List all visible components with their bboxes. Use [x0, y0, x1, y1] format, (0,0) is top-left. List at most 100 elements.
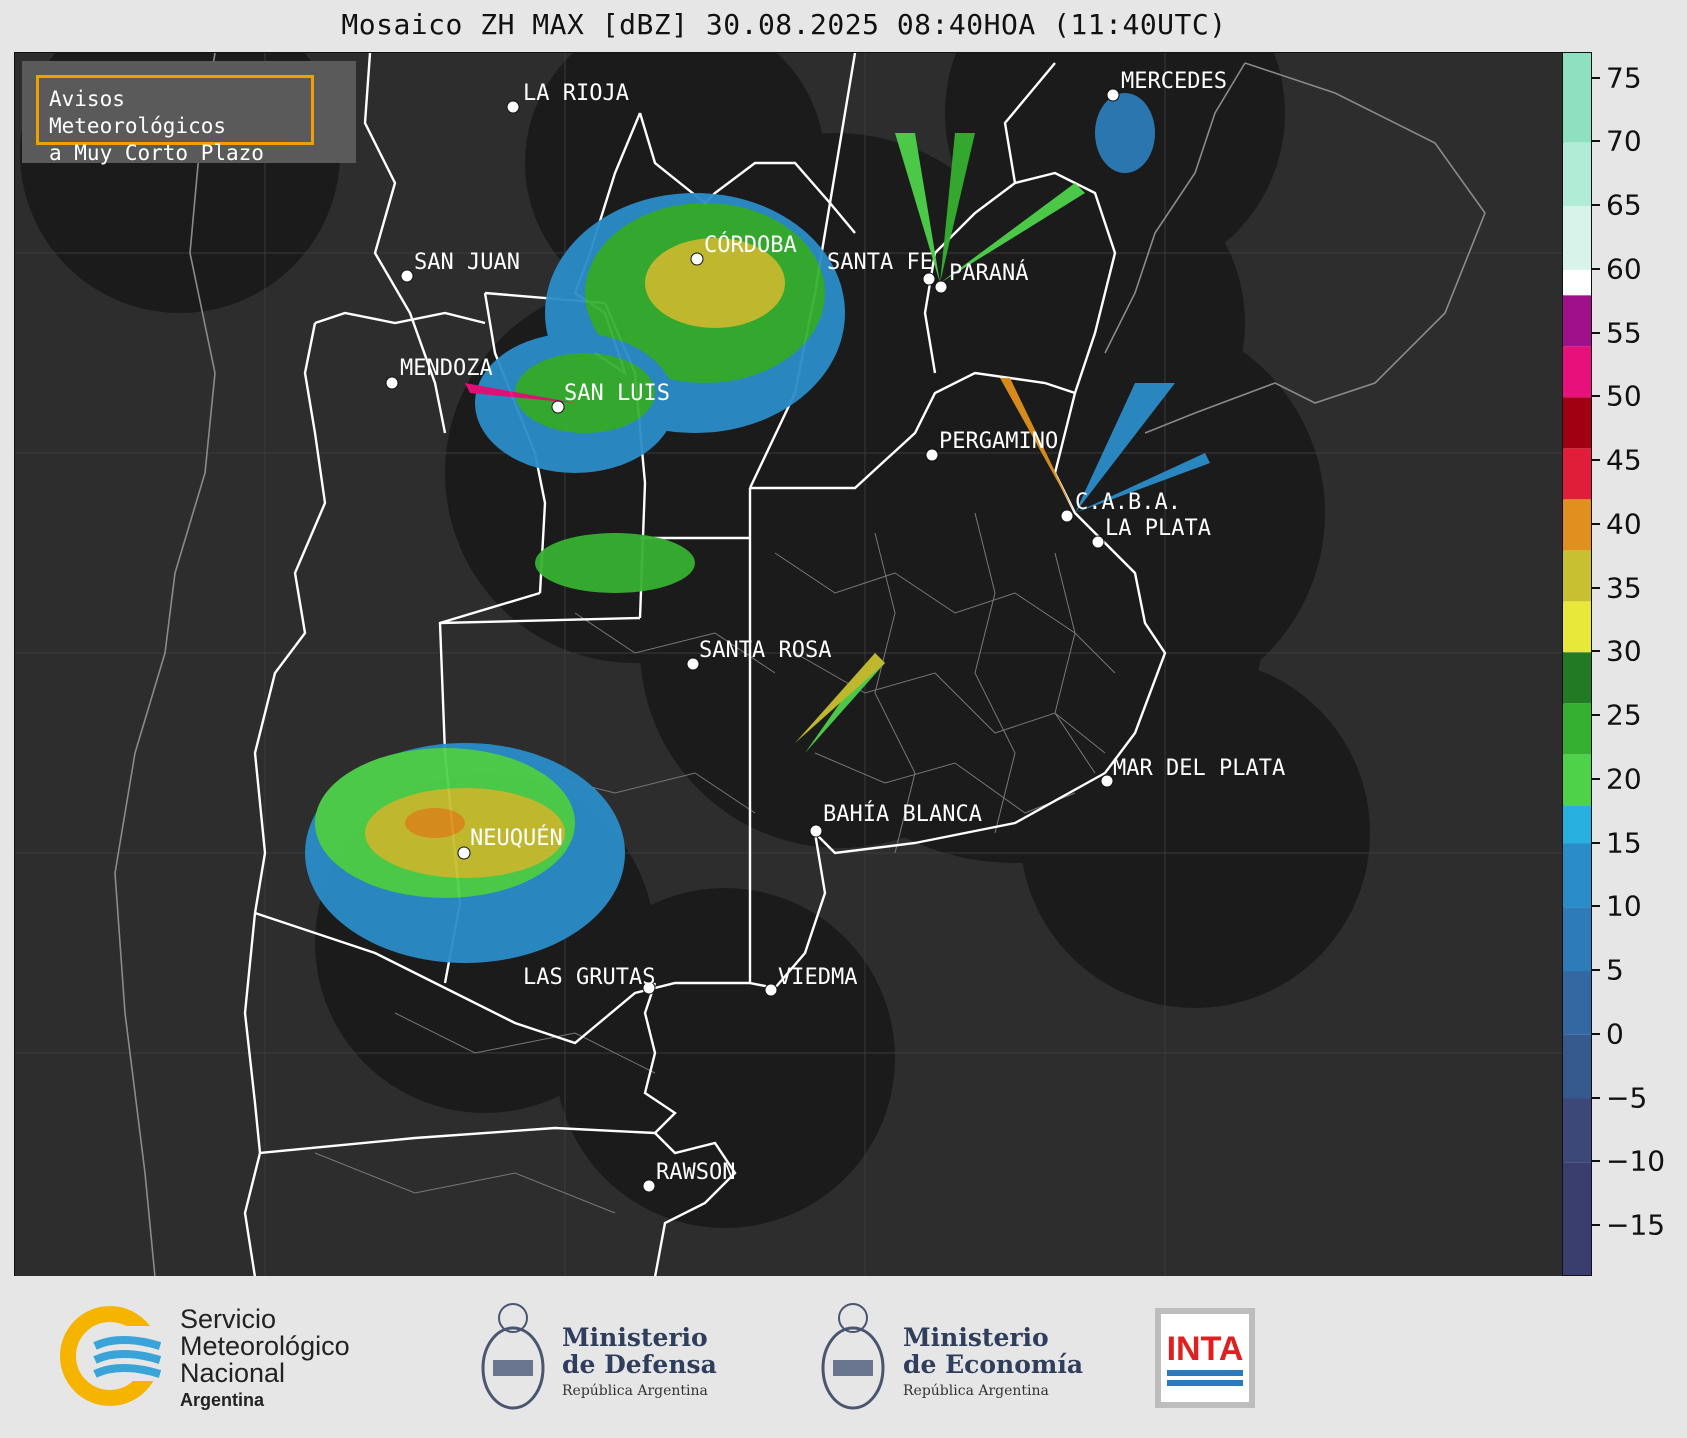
colorbar-tick	[1592, 1160, 1600, 1163]
colorbar-tick	[1592, 140, 1600, 143]
smn-logo-icon	[60, 1306, 170, 1406]
colorbar-tick	[1592, 969, 1600, 971]
colorbar-tick-label: 5	[1606, 953, 1624, 987]
colorbar-tick	[1592, 841, 1600, 844]
smn-line-3: Nacional	[180, 1358, 286, 1388]
defensa-line-2: de Defensa	[562, 1350, 717, 1379]
defensa-line-1: Ministerio	[562, 1323, 708, 1352]
notice-panel: Avisos Meteorológicos a Muy Corto Plazo	[22, 61, 356, 165]
colorbar-tick-label: 10	[1606, 889, 1642, 923]
colorbar-tick-label: 15	[1606, 826, 1642, 859]
footer: Servicio Meteorológico Nacional Argentin…	[0, 1276, 1687, 1438]
colorbar-band	[1563, 1162, 1591, 1275]
colorbar-tick-label: 35	[1606, 571, 1642, 604]
colorbar-tick	[1592, 395, 1600, 398]
colorbar-tick-label: 55	[1606, 316, 1642, 349]
inta-logo-icon: INTA	[1161, 1314, 1249, 1402]
city-label-la-plata: LA PLATA	[1105, 516, 1211, 541]
city-label-mar-del-plata: MAR DEL PLATA	[1113, 756, 1285, 781]
colorbar-tick-label: 50	[1606, 379, 1642, 413]
city-label-rawson: RAWSON	[656, 1160, 735, 1185]
colorbar-band	[1563, 448, 1591, 500]
city-marker-la-plata	[1091, 535, 1105, 549]
defensa-seal-icon	[478, 1298, 548, 1418]
city-marker-mercedes	[1106, 88, 1120, 102]
smn-name: Servicio Meteorológico Nacional Argentin…	[180, 1306, 350, 1414]
city-label-san-luis: SAN LUIS	[564, 381, 670, 406]
city-marker-mendoza	[385, 376, 399, 390]
colorbar-tick	[1592, 331, 1600, 334]
colorbar-tick	[1592, 204, 1600, 206]
smn-line-1: Servicio	[180, 1304, 277, 1334]
city-marker-pergamino	[925, 448, 939, 462]
economia-seal-icon	[818, 1298, 888, 1418]
economia-line-2: de Economía	[903, 1350, 1084, 1379]
colorbar-band	[1563, 346, 1591, 398]
colorbar-tick-label: 40	[1606, 507, 1642, 541]
city-marker-mar-del-plata	[1100, 774, 1114, 788]
notice-box[interactable]: Avisos Meteorológicos a Muy Corto Plazo	[36, 75, 314, 165]
inta-label: INTA	[1167, 1330, 1244, 1368]
smn-logo	[60, 1306, 170, 1406]
radar-map-canvas: LA RIOJA CÓRDOBA SAN JUAN SANTA FE PARAN…	[15, 53, 1563, 1277]
city-marker-la-rioja	[506, 100, 520, 114]
defensa-line-3: República Argentina	[562, 1383, 708, 1399]
smn-line-2: Meteorológico	[180, 1331, 350, 1361]
radar-disc	[1020, 658, 1370, 1008]
city-label-cordoba: CÓRDOBA	[704, 232, 797, 258]
colorbar	[1562, 52, 1592, 1276]
notice-line-1: Avisos Meteorológicos	[49, 87, 227, 138]
colorbar-tick-label: 25	[1606, 698, 1642, 732]
colorbar-band	[1563, 206, 1591, 270]
colorbar-tick-label: 60	[1606, 252, 1642, 286]
colorbar-tick	[1592, 1096, 1600, 1099]
colorbar-band	[1563, 1098, 1591, 1163]
economia-line-1: Ministerio	[903, 1323, 1049, 1352]
city-label-san-juan: SAN JUAN	[414, 250, 520, 275]
city-label-parana: PARANÁ	[949, 260, 1028, 286]
city-label-neuquen: NEUQUÉN	[470, 825, 563, 851]
colorbar-band	[1563, 843, 1591, 908]
colorbar-tick-label: −5	[1606, 1081, 1648, 1114]
city-label-mercedes: MERCEDES	[1121, 69, 1227, 94]
colorbar-band	[1563, 269, 1591, 296]
colorbar-band	[1563, 1034, 1591, 1099]
colorbar-tick	[1592, 586, 1600, 589]
defensa-name: Ministerio de Defensa República Argentin…	[562, 1324, 717, 1405]
colorbar-tick-label: 30	[1606, 634, 1642, 668]
colorbar-band	[1563, 142, 1591, 206]
colorbar-band	[1563, 652, 1591, 704]
city-marker-rawson	[642, 1179, 656, 1193]
inta-logo: INTA	[1155, 1308, 1255, 1408]
city-label-las-grutas: LAS GRUTAS	[523, 965, 655, 990]
city-marker-viedma	[764, 983, 778, 997]
city-marker-caba	[1060, 509, 1074, 523]
colorbar-tick	[1592, 522, 1600, 525]
city-label-viedma: VIEDMA	[778, 965, 857, 990]
radar-map[interactable]: LA RIOJA CÓRDOBA SAN JUAN SANTA FE PARAN…	[14, 52, 1564, 1278]
colorbar-band	[1563, 53, 1591, 143]
colorbar-tick-label: 0	[1606, 1017, 1624, 1051]
colorbar-band	[1563, 805, 1591, 844]
city-marker-san-luis	[551, 400, 565, 414]
city-marker-neuquen	[457, 846, 471, 860]
economia-name: Ministerio de Economía República Argenti…	[903, 1324, 1083, 1405]
colorbar-tick	[1592, 905, 1600, 908]
colorbar-tick	[1592, 1224, 1600, 1226]
city-label-la-rioja: LA RIOJA	[523, 81, 629, 106]
colorbar-tick	[1592, 267, 1600, 270]
notice-line-2: a Muy Corto Plazo	[49, 141, 264, 165]
city-marker-santa-rosa	[686, 657, 700, 671]
colorbar-tick-label: 70	[1606, 124, 1642, 158]
colorbar-tick	[1592, 650, 1600, 653]
colorbar-tick-label: 45	[1606, 443, 1642, 477]
colorbar-bands	[1563, 53, 1591, 1275]
city-label-mendoza: MENDOZA	[400, 356, 493, 381]
colorbar-tick	[1592, 459, 1600, 461]
map-title: Mosaico ZH MAX [dBZ] 30.08.2025 08:40HOA…	[341, 8, 1227, 41]
city-label-santa-rosa: SANTA ROSA	[699, 638, 831, 663]
city-marker-bahia-blanca	[809, 824, 823, 838]
city-marker-cordoba	[690, 252, 704, 266]
smn-line-4: Argentina	[180, 1390, 265, 1410]
colorbar-band	[1563, 550, 1591, 602]
